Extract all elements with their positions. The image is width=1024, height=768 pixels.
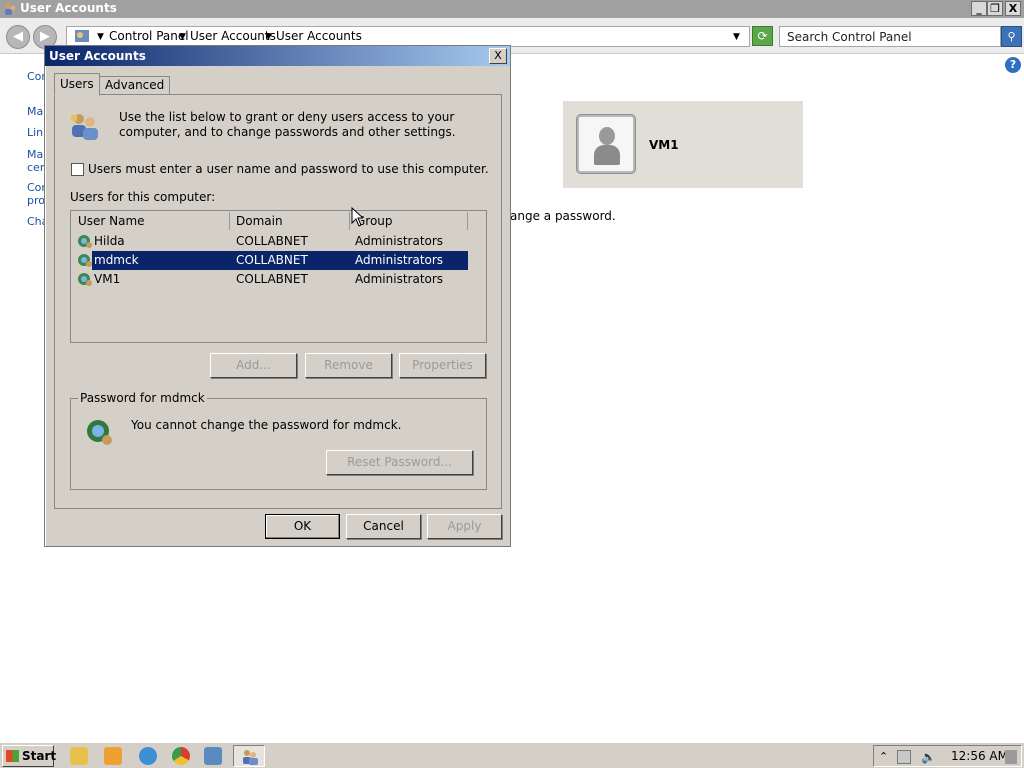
users-list-label: Users for this computer:: [70, 190, 216, 204]
properties-button[interactable]: Properties: [399, 353, 486, 378]
volume-icon[interactable]: 🔈: [921, 750, 936, 764]
restore-button[interactable]: ❐: [987, 1, 1003, 16]
back-button[interactable]: ◀: [6, 25, 30, 49]
window-close-button[interactable]: X: [1005, 1, 1021, 16]
tab-users[interactable]: Users: [54, 73, 100, 96]
user-accounts-dialog: User Accounts X Users Advanced Use the l…: [44, 45, 511, 547]
domain-cell: COLLABNET: [236, 253, 308, 267]
user-picture[interactable]: [577, 115, 635, 173]
user-name-cell: Hilda: [94, 234, 125, 248]
show-hidden-icons-icon[interactable]: ⌃: [879, 750, 893, 764]
address-dropdown-icon[interactable]: ▼: [733, 32, 740, 42]
control-panel-icon: [74, 28, 90, 44]
tab-advanced[interactable]: Advanced: [99, 76, 171, 95]
column-header-spacer: [468, 212, 486, 230]
user-icon: [77, 253, 93, 269]
user-name-cell: VM1: [94, 272, 121, 286]
remote-desktop-icon[interactable]: [204, 747, 222, 765]
table-row[interactable]: Hilda COLLABNET Administrators: [72, 232, 468, 251]
group-cell: Administrators: [355, 234, 444, 248]
breadcrumb-chevron-icon[interactable]: ▼: [265, 32, 272, 42]
start-button[interactable]: Start: [2, 745, 57, 767]
intro-text: Use the list below to grant or deny user…: [119, 110, 456, 139]
user-icon: [77, 272, 93, 288]
windows-logo-icon: [6, 750, 19, 762]
breadcrumb-dropdown-icon[interactable]: ▼: [97, 32, 104, 42]
minimize-button[interactable]: _: [971, 1, 987, 16]
users-tab-page: Use the list below to grant or deny user…: [54, 94, 502, 509]
change-password-link[interactable]: ange a password.: [510, 209, 616, 223]
avatar-body: [594, 145, 620, 165]
table-row-selected[interactable]: mdmck COLLABNET Administrators: [72, 251, 468, 270]
dialog-title: User Accounts: [49, 49, 146, 63]
chrome-icon[interactable]: [172, 747, 190, 765]
domain-cell: COLLABNET: [236, 272, 308, 286]
users-list[interactable]: User Name Domain Group Hilda COLLABNET A…: [70, 210, 487, 343]
require-password-checkbox[interactable]: [71, 163, 84, 176]
taskbar: Start ⌃ 🔈 12:56 AM: [0, 742, 1024, 768]
account-name: VM1: [649, 138, 679, 152]
apply-button[interactable]: Apply: [427, 514, 502, 539]
column-header-group[interactable]: Group: [350, 212, 468, 230]
system-tray: ⌃ 🔈 12:56 AM: [873, 745, 1022, 767]
add-user-button[interactable]: Add...: [210, 353, 297, 378]
user-globe-icon: [85, 418, 115, 448]
start-label: Start: [22, 749, 57, 763]
password-message: You cannot change the password for mdmck…: [131, 418, 402, 432]
require-password-label[interactable]: Users must enter a user name and passwor…: [88, 162, 489, 176]
mouse-cursor-icon: [351, 206, 365, 227]
internet-explorer-icon[interactable]: [139, 747, 157, 765]
dialog-close-button[interactable]: X: [489, 48, 507, 64]
breadcrumb-user-accounts[interactable]: User Accounts: [190, 29, 276, 43]
column-header-user-name[interactable]: User Name: [72, 212, 230, 230]
address-bar[interactable]: ▼ Control Panel ▼ User Accounts ▼ User A…: [66, 26, 750, 47]
clock[interactable]: 12:56 AM: [951, 749, 1008, 763]
remove-user-button[interactable]: Remove: [305, 353, 392, 378]
media-player-icon[interactable]: [104, 747, 122, 765]
left-link-properties[interactable]: Cor pro: [27, 181, 46, 207]
user-name-cell: mdmck: [94, 253, 139, 267]
user-icon: [77, 234, 93, 250]
password-group: Password for mdmck You cannot change the…: [70, 391, 487, 490]
user-accounts-icon: [3, 2, 17, 16]
user-account-panel: VM1: [563, 101, 803, 188]
show-desktop-icon[interactable]: [1005, 750, 1017, 764]
help-icon[interactable]: ?: [1005, 57, 1021, 73]
breadcrumb-control-panel[interactable]: Control Panel: [109, 29, 189, 43]
search-input[interactable]: Search Control Panel: [779, 26, 1001, 47]
left-link-certificates[interactable]: Mar cert: [27, 148, 49, 174]
explorer-icon[interactable]: [70, 747, 88, 765]
users-icon: [69, 110, 101, 142]
column-header-domain[interactable]: Domain: [230, 212, 350, 230]
search-icon[interactable]: ⚲: [1001, 26, 1022, 47]
taskbar-user-accounts-button[interactable]: [233, 745, 265, 767]
table-row[interactable]: VM1 COLLABNET Administrators: [72, 270, 468, 289]
cancel-button[interactable]: Cancel: [346, 514, 421, 539]
dialog-titlebar: User Accounts: [45, 46, 510, 66]
window-titlebar: User Accounts _ ❐ X: [0, 0, 1024, 18]
refresh-button[interactable]: ⟳: [752, 26, 773, 46]
group-cell: Administrators: [355, 253, 444, 267]
password-group-legend: Password for mdmck: [78, 391, 207, 405]
window-title: User Accounts: [20, 1, 117, 15]
domain-cell: COLLABNET: [236, 234, 308, 248]
avatar-head: [599, 127, 615, 145]
breadcrumb-user-accounts-current[interactable]: User Accounts: [276, 29, 362, 43]
ok-button[interactable]: OK: [265, 514, 340, 539]
action-center-icon[interactable]: [897, 750, 911, 764]
breadcrumb-chevron-icon[interactable]: ▼: [179, 32, 186, 42]
group-cell: Administrators: [355, 272, 444, 286]
reset-password-button[interactable]: Reset Password...: [326, 450, 473, 475]
